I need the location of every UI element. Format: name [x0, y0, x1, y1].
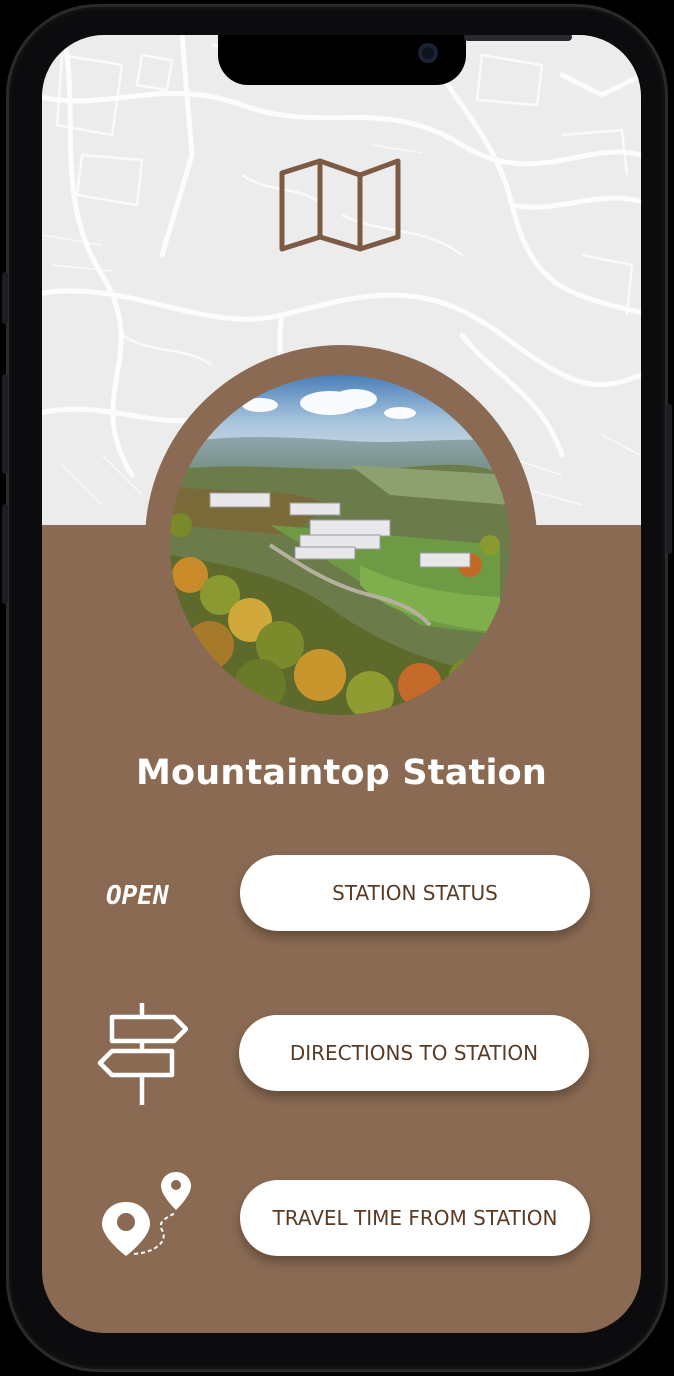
app-screen: Mountaintop Station OPEN STATION STATUS … [42, 35, 641, 1333]
aerial-campus-photo [170, 375, 510, 715]
station-status-button[interactable]: STATION STATUS [240, 855, 590, 931]
folded-map-icon [279, 158, 401, 252]
status-badge: OPEN [106, 881, 169, 911]
directions-to-station-button[interactable]: DIRECTIONS TO STATION [239, 1015, 589, 1091]
signpost-icon [97, 1003, 188, 1105]
station-title: Mountaintop Station [135, 753, 548, 793]
front-camera [418, 43, 438, 63]
speaker [464, 35, 572, 41]
volume-down-button [2, 504, 8, 604]
notch [218, 35, 572, 85]
volume-up-button [2, 374, 8, 474]
mute-switch [2, 272, 8, 324]
station-photo [170, 375, 510, 715]
power-button [666, 404, 672, 554]
travel-time-button[interactable]: TRAVEL TIME FROM STATION [240, 1180, 590, 1256]
route-pins-icon [102, 1172, 191, 1256]
